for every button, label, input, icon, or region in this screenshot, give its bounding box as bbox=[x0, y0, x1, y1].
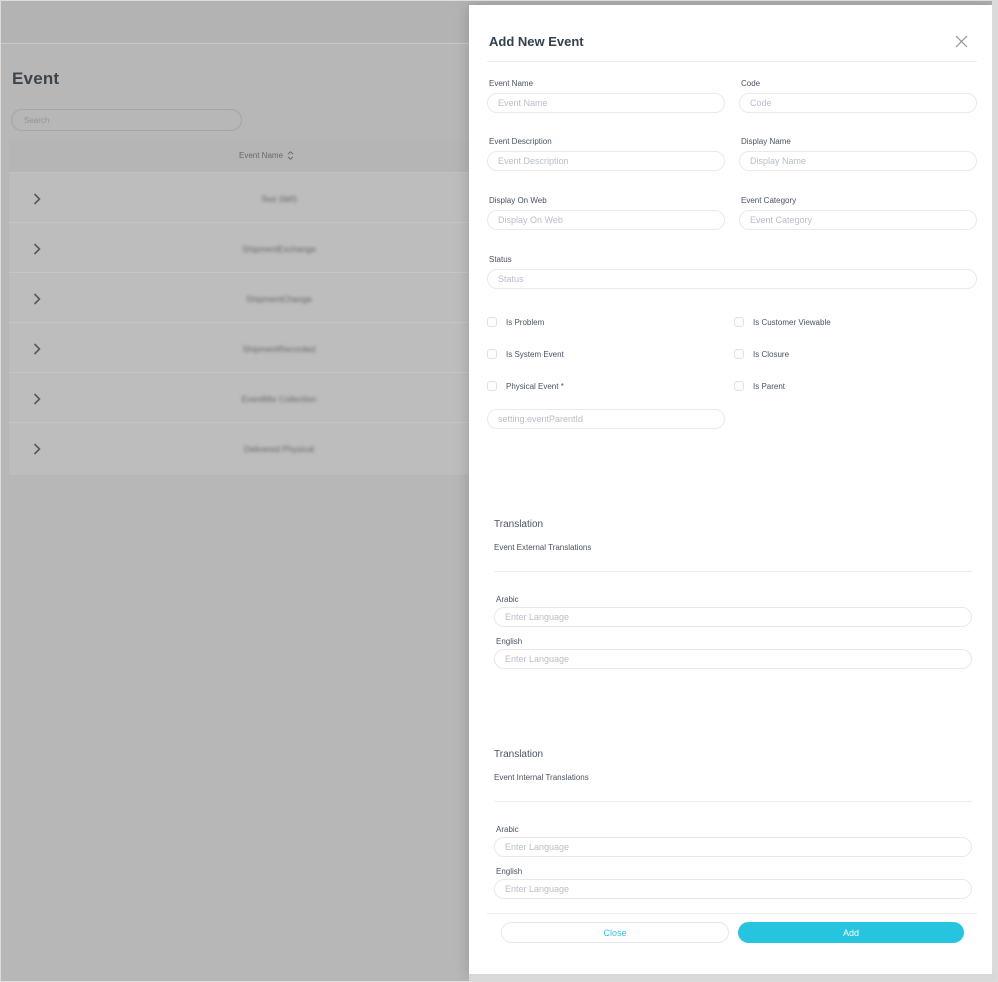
checkbox-label: Is System Event bbox=[506, 349, 564, 359]
translation-heading: Translation bbox=[494, 519, 544, 530]
chevron-right-icon[interactable] bbox=[33, 442, 41, 460]
form-row: Event Description Display Name bbox=[487, 137, 977, 171]
event-name-label: Event Name bbox=[489, 79, 534, 88]
english-translation-input[interactable] bbox=[494, 649, 972, 669]
column-header-event-name[interactable]: Event Name bbox=[239, 151, 294, 160]
form-row: Event Name Code bbox=[487, 79, 977, 113]
app-screen: Event Event Name Test SMS ShipmentExchan… bbox=[0, 0, 998, 982]
checkbox-icon[interactable] bbox=[734, 349, 744, 359]
page-title: Event bbox=[12, 69, 60, 88]
row-label-blurred: Test SMS bbox=[260, 194, 298, 204]
search-input[interactable] bbox=[11, 109, 242, 131]
status-input[interactable] bbox=[487, 269, 977, 289]
arabic-translation-input[interactable] bbox=[494, 607, 972, 627]
event-description-input[interactable] bbox=[487, 151, 725, 171]
translation-subheading: Event External Translations bbox=[494, 543, 592, 552]
row-label-blurred: ShipmentExchange bbox=[242, 244, 316, 254]
checkbox-icon[interactable] bbox=[487, 381, 497, 391]
row-label-blurred: EventMix Collection bbox=[241, 394, 317, 404]
translation-section-internal: Translation Event Internal Translations … bbox=[487, 747, 977, 917]
checkbox-icon[interactable] bbox=[487, 349, 497, 359]
checkbox-is-customer-viewable[interactable]: Is Customer Viewable bbox=[734, 317, 981, 327]
drawer-title: Add New Event bbox=[489, 34, 584, 49]
chevron-right-icon[interactable] bbox=[33, 192, 41, 210]
display-name-label: Display Name bbox=[741, 137, 791, 146]
event-category-input[interactable] bbox=[739, 210, 977, 230]
drawer-footer: Close Add bbox=[487, 913, 977, 943]
form-row: Display On Web Event Category bbox=[487, 196, 977, 230]
drawer-header: Add New Event bbox=[487, 5, 977, 62]
event-category-label: Event Category bbox=[741, 196, 797, 205]
display-on-web-input[interactable] bbox=[487, 210, 725, 230]
checkbox-is-closure[interactable]: Is Closure bbox=[734, 349, 981, 359]
checkbox-physical-event[interactable]: Physical Event * bbox=[487, 381, 734, 391]
english-label: English bbox=[496, 637, 523, 646]
display-name-input[interactable] bbox=[739, 151, 977, 171]
row-label-blurred: ShipmentRecorded bbox=[242, 344, 316, 354]
english-translation-input[interactable] bbox=[494, 879, 972, 899]
arabic-label: Arabic bbox=[496, 825, 519, 834]
event-description-label: Event Description bbox=[489, 137, 552, 146]
chevron-right-icon[interactable] bbox=[33, 242, 41, 260]
event-parent-id-input[interactable] bbox=[487, 409, 725, 429]
checkbox-label: Is Closure bbox=[753, 349, 790, 359]
close-button[interactable] bbox=[953, 33, 969, 49]
checkbox-is-system-event[interactable]: Is System Event bbox=[487, 349, 734, 359]
arabic-label: Arabic bbox=[496, 595, 519, 604]
code-input[interactable] bbox=[739, 93, 977, 113]
checkbox-row: Physical Event * Is Parent bbox=[487, 381, 981, 391]
chevron-right-icon[interactable] bbox=[33, 342, 41, 360]
sort-chevrons-icon[interactable] bbox=[287, 151, 294, 160]
row-label-blurred: Delivered Physical bbox=[244, 444, 314, 454]
checkbox-label: Is Problem bbox=[506, 317, 545, 327]
add-button[interactable]: Add bbox=[738, 922, 964, 943]
checkbox-is-problem[interactable]: Is Problem bbox=[487, 317, 734, 327]
right-edge-strip bbox=[992, 1, 997, 981]
translation-heading: Translation bbox=[494, 749, 544, 760]
checkbox-label: Physical Event * bbox=[506, 381, 564, 391]
checkbox-row: Is Problem Is Customer Viewable bbox=[487, 317, 981, 327]
checkbox-icon[interactable] bbox=[734, 317, 744, 327]
english-label: English bbox=[496, 867, 523, 876]
close-icon bbox=[955, 35, 967, 47]
chevron-right-icon[interactable] bbox=[33, 292, 41, 310]
form-row: Status bbox=[487, 255, 977, 289]
checkbox-label: Is Customer Viewable bbox=[753, 317, 831, 327]
arabic-translation-input[interactable] bbox=[494, 837, 972, 857]
display-on-web-label: Display On Web bbox=[489, 196, 547, 205]
close-button-footer[interactable]: Close bbox=[501, 922, 729, 943]
checkbox-icon[interactable] bbox=[487, 317, 497, 327]
code-label: Code bbox=[741, 79, 761, 88]
bottom-edge-strip bbox=[469, 974, 997, 981]
row-label-blurred: ShipmentChange bbox=[246, 294, 312, 304]
add-new-event-drawer: Add New Event Event Name Code Event Desc… bbox=[469, 5, 994, 976]
status-label: Status bbox=[489, 255, 512, 264]
translation-section-external: Translation Event External Translations … bbox=[487, 517, 977, 687]
checkbox-row: Is System Event Is Closure bbox=[487, 349, 981, 359]
chevron-right-icon[interactable] bbox=[33, 392, 41, 410]
checkbox-is-parent[interactable]: Is Parent bbox=[734, 381, 981, 391]
translation-subheading: Event Internal Translations bbox=[494, 773, 589, 782]
checkbox-icon[interactable] bbox=[734, 381, 744, 391]
divider bbox=[494, 571, 972, 572]
event-name-input[interactable] bbox=[487, 93, 725, 113]
checkbox-label: Is Parent bbox=[753, 381, 786, 391]
divider bbox=[494, 801, 972, 802]
column-header-label: Event Name bbox=[239, 151, 284, 160]
